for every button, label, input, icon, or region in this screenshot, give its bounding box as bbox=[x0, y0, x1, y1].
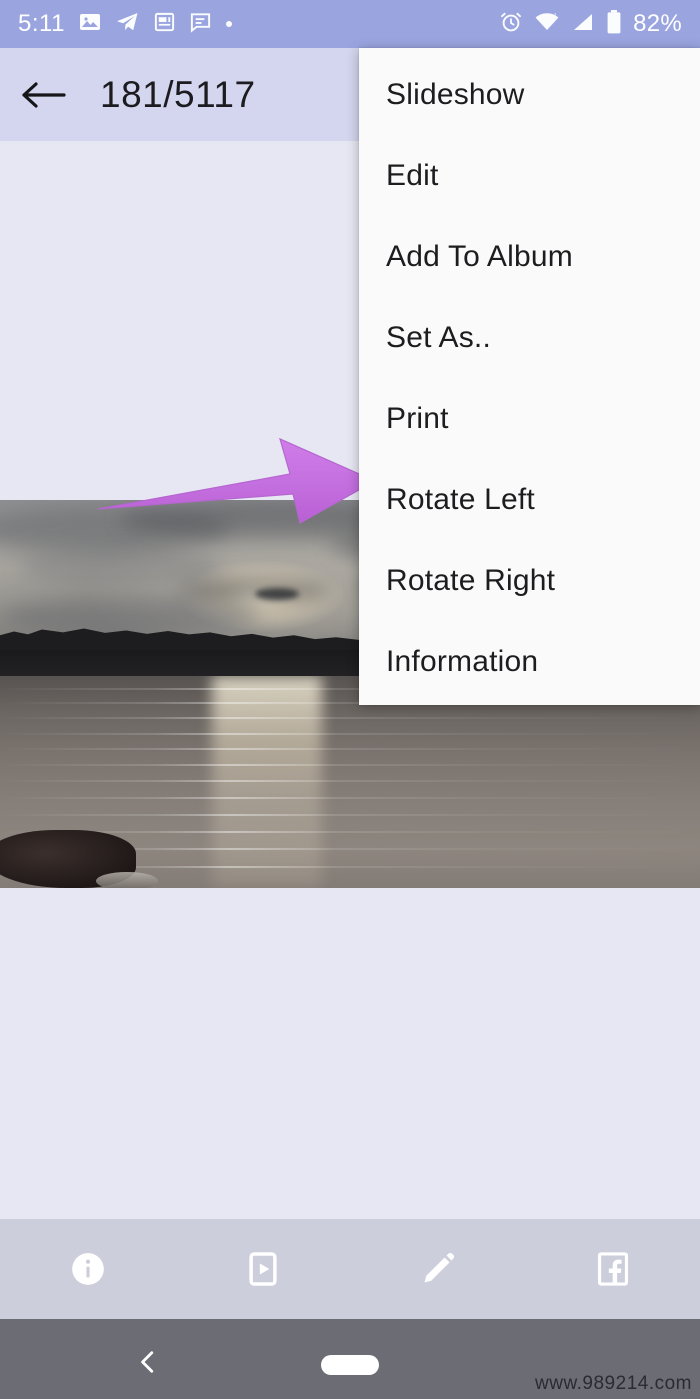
menu-item-rotate-left[interactable]: Rotate Left bbox=[359, 459, 700, 540]
status-bar: 5:11 ! 82% bbox=[0, 0, 700, 48]
status-clock: 5:11 bbox=[18, 10, 65, 37]
edit-button[interactable] bbox=[350, 1219, 525, 1319]
telegram-icon bbox=[115, 10, 140, 39]
menu-item-add-to-album[interactable]: Add To Album bbox=[359, 216, 700, 297]
system-nav-bar: www.989214.com bbox=[0, 1319, 700, 1399]
menu-item-rotate-right[interactable]: Rotate Right bbox=[359, 540, 700, 621]
alarm-icon bbox=[499, 10, 523, 39]
wifi-icon: ! bbox=[534, 10, 560, 39]
page-title: 181/5117 bbox=[100, 73, 256, 115]
slideshow-button[interactable] bbox=[175, 1219, 350, 1319]
news-icon bbox=[153, 10, 176, 39]
battery-percent: 82% bbox=[633, 10, 682, 37]
nav-home-pill[interactable] bbox=[321, 1355, 379, 1375]
facebook-share-button[interactable] bbox=[525, 1219, 700, 1319]
menu-item-information[interactable]: Information bbox=[359, 621, 700, 702]
back-arrow-icon bbox=[22, 81, 66, 108]
photo-icon bbox=[78, 10, 102, 39]
watermark-text: www.989214.com bbox=[535, 1373, 692, 1394]
overflow-menu[interactable]: Slideshow Edit Add To Album Set As.. Pri… bbox=[359, 48, 700, 705]
status-bar-left: 5:11 bbox=[18, 10, 499, 39]
menu-item-print[interactable]: Print bbox=[359, 378, 700, 459]
menu-item-slideshow[interactable]: Slideshow bbox=[359, 54, 700, 135]
menu-item-set-as[interactable]: Set As.. bbox=[359, 297, 700, 378]
edit-pencil-icon bbox=[424, 1252, 454, 1283]
facebook-icon bbox=[597, 1252, 628, 1286]
status-bar-right: ! 82% bbox=[499, 9, 682, 40]
svg-text:!: ! bbox=[554, 12, 556, 21]
back-arrow-button[interactable] bbox=[0, 48, 86, 141]
signal-icon bbox=[571, 10, 595, 39]
dot-icon bbox=[225, 15, 233, 33]
nav-back-button[interactable] bbox=[135, 1349, 161, 1380]
photo-sun-reflection bbox=[212, 676, 322, 888]
phone-screen: 5:11 ! 82% 181/5117 Slideshow Edit Add T… bbox=[0, 0, 700, 1399]
bottom-toolbar bbox=[0, 1219, 700, 1319]
slideshow-icon bbox=[248, 1252, 277, 1286]
back-chevron-icon bbox=[141, 1351, 154, 1373]
info-icon bbox=[71, 1253, 104, 1285]
menu-item-edit[interactable]: Edit bbox=[359, 135, 700, 216]
battery-icon bbox=[606, 9, 622, 40]
info-button[interactable] bbox=[0, 1219, 175, 1319]
message-icon bbox=[189, 10, 212, 39]
photo-ring bbox=[96, 872, 158, 888]
